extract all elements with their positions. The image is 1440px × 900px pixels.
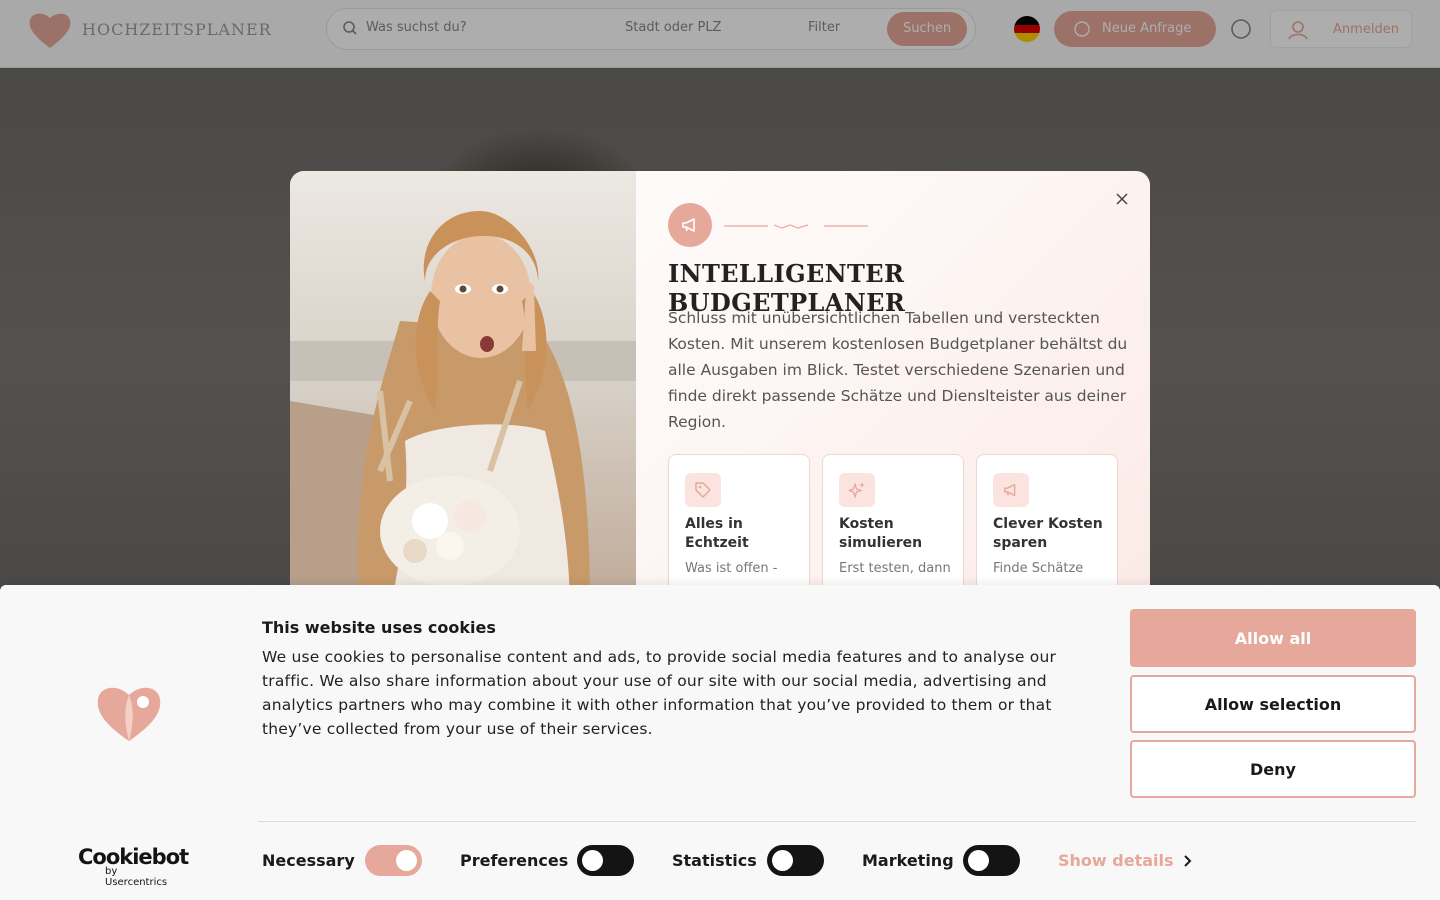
toggle-label-statistics: Statistics — [672, 851, 757, 870]
allow-selection-button[interactable]: Allow selection — [1130, 675, 1416, 733]
necessary-toggle[interactable] — [365, 845, 422, 876]
megaphone-badge — [668, 203, 712, 247]
preferences-toggle[interactable] — [577, 845, 634, 876]
sparkle-icon — [848, 482, 865, 498]
cookie-title: This website uses cookies — [262, 618, 496, 637]
close-icon — [1116, 193, 1128, 205]
deny-button[interactable]: Deny — [1130, 740, 1416, 798]
cookiebot-name: Cookiebot — [78, 845, 189, 869]
chevron-right-icon[interactable] — [1183, 854, 1193, 868]
bride-photo — [290, 171, 636, 611]
heart-logo-icon — [97, 687, 161, 741]
megaphone-icon — [1003, 483, 1016, 497]
cookiebot-brand: Cookiebot by Usercentrics — [78, 845, 189, 888]
megaphone-icon — [682, 218, 695, 232]
show-details-link[interactable]: Show details — [1058, 851, 1174, 870]
cookie-consent-banner: This website uses cookies We use cookies… — [0, 585, 1440, 900]
toggle-knob — [968, 850, 989, 871]
feature-text: Erst testen, dann — [839, 561, 951, 576]
toggle-label-preferences: Preferences — [460, 851, 569, 870]
statistics-toggle[interactable] — [767, 845, 824, 876]
banner-divider — [258, 821, 1416, 822]
tag-icon — [695, 482, 711, 498]
cookie-description: We use cookies to personalise content an… — [262, 648, 1057, 738]
feature-icon-box — [993, 473, 1029, 507]
modal-description: Schluss mit unübersichtlichen Tabellen u… — [668, 309, 1128, 431]
allow-all-button[interactable]: Allow all — [1130, 609, 1416, 667]
feature-title: Kosten simulieren — [839, 516, 923, 551]
feature-title: Alles in Echtzeit — [685, 516, 749, 551]
feature-text: Was ist offen - — [685, 561, 778, 576]
feature-text: Finde Schätze — [993, 561, 1084, 576]
cookiebot-sub: by Usercentrics — [105, 866, 168, 888]
budget-planner-modal: INTELLIGENTER BUDGETPLANER Schluss mit u… — [290, 171, 1150, 611]
toggle-knob — [396, 850, 417, 871]
toggle-label-marketing: Marketing — [862, 851, 954, 870]
close-modal-button[interactable] — [1110, 187, 1134, 211]
decorative-divider — [724, 224, 868, 229]
feature-icon-box — [685, 473, 721, 507]
feature-icon-box — [839, 473, 875, 507]
marketing-toggle[interactable] — [963, 845, 1020, 876]
feature-title: Clever Kosten sparen — [993, 516, 1103, 551]
toggle-knob — [772, 850, 793, 871]
toggle-label-necessary: Necessary — [262, 851, 355, 870]
toggle-knob — [582, 850, 603, 871]
